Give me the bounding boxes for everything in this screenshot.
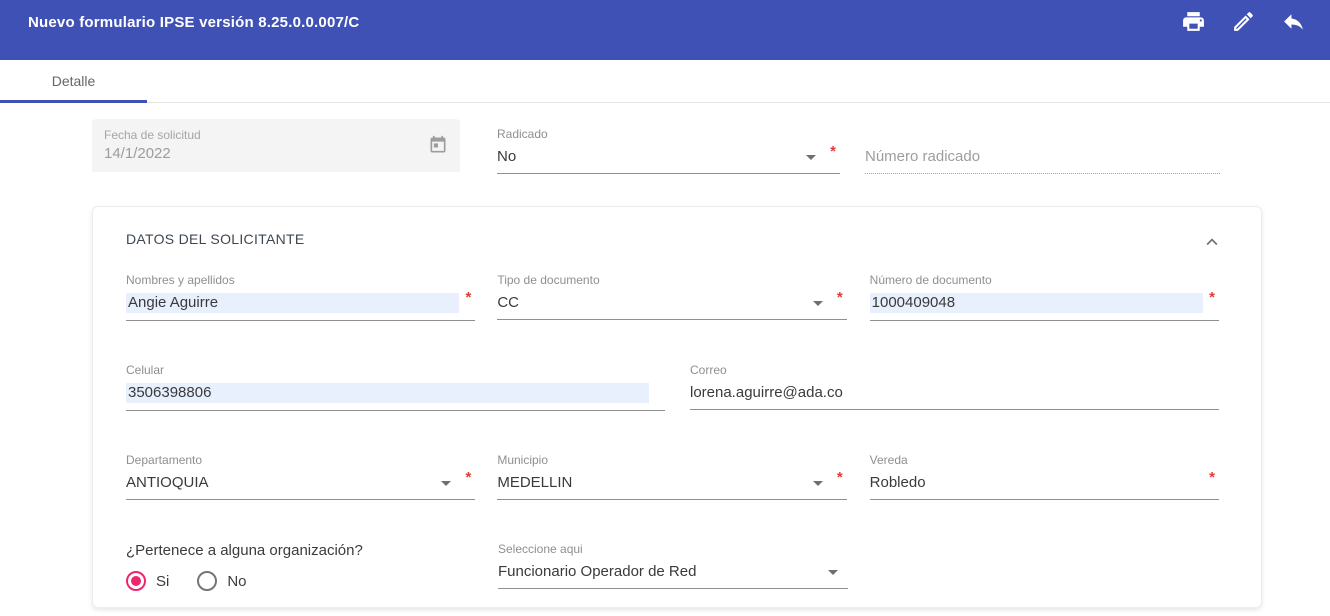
- app-header: Nuevo formulario IPSE versión 8.25.0.0.0…: [0, 0, 1330, 60]
- print-icon: [1181, 9, 1206, 39]
- tab-active-indicator: [0, 100, 147, 103]
- organizacion-question-group: ¿Pertenece a alguna organización? Si No: [126, 542, 476, 591]
- collapse-panel-button[interactable]: [1201, 231, 1223, 258]
- nombres-value: Angie Aguirre: [126, 293, 459, 313]
- fecha-solicitud-field: Fecha de solicitud 14/1/2022: [92, 119, 460, 172]
- numero-documento-value: 1000409048: [870, 293, 1203, 313]
- row-ubicacion: Departamento ANTIOQUIA * Municipio MEDEL…: [126, 453, 1219, 500]
- radicado-select[interactable]: Radicado No *: [497, 127, 840, 174]
- tipo-documento-select[interactable]: Tipo de documento CC *: [497, 273, 846, 321]
- radio-si-label: Si: [156, 573, 169, 590]
- correo-value: lorena.aguirre@ada.co: [690, 383, 1219, 402]
- municipio-value: MEDELLIN: [497, 473, 846, 492]
- back-icon: [1281, 9, 1306, 39]
- vereda-input[interactable]: Vereda Robledo *: [870, 453, 1219, 500]
- datos-solicitante-card: DATOS DEL SOLICITANTE Nombres y apellido…: [92, 206, 1262, 608]
- edit-icon: [1231, 9, 1256, 39]
- back-button[interactable]: [1280, 11, 1306, 37]
- fecha-solicitud-label: Fecha de solicitud: [104, 128, 448, 142]
- seleccione-value: Funcionario Operador de Red: [498, 562, 848, 581]
- required-asterisk: *: [1209, 289, 1215, 306]
- numero-radicado-input[interactable]: Número radicado: [865, 127, 1220, 174]
- required-asterisk: *: [830, 143, 836, 160]
- radio-no-label: No: [227, 573, 246, 590]
- edit-button[interactable]: [1230, 11, 1256, 37]
- celular-value: 3506398806: [126, 383, 649, 403]
- chevron-down-icon: [441, 481, 451, 486]
- tab-bar: Detalle: [0, 60, 1330, 103]
- municipio-label: Municipio: [497, 453, 846, 467]
- radio-no[interactable]: No: [197, 571, 246, 591]
- municipio-select[interactable]: Municipio MEDELLIN *: [497, 453, 846, 500]
- departamento-value: ANTIOQUIA: [126, 473, 475, 492]
- organizacion-radio-group: Si No: [126, 571, 476, 591]
- required-asterisk: *: [837, 289, 843, 306]
- chevron-down-icon: [806, 155, 816, 160]
- section-title: DATOS DEL SOLICITANTE: [126, 231, 1219, 247]
- numero-radicado-placeholder: Número radicado: [865, 147, 1220, 166]
- tab-detalle[interactable]: Detalle: [0, 60, 147, 102]
- tipo-documento-label: Tipo de documento: [497, 273, 846, 287]
- correo-label: Correo: [690, 363, 1219, 377]
- vereda-label: Vereda: [870, 453, 1219, 467]
- radio-selected-icon: [126, 571, 146, 591]
- row-contacto: Celular 3506398806 Correo lorena.aguirre…: [126, 363, 1219, 411]
- chevron-up-icon: [1201, 240, 1223, 257]
- radio-si[interactable]: Si: [126, 571, 169, 591]
- radicado-label: Radicado: [497, 127, 840, 141]
- header-actions: [1180, 11, 1306, 37]
- required-asterisk: *: [837, 469, 843, 486]
- print-button[interactable]: [1180, 11, 1206, 37]
- nombres-label: Nombres y apellidos: [126, 273, 475, 287]
- chevron-down-icon: [828, 570, 838, 575]
- required-asterisk: *: [465, 289, 471, 306]
- page-title: Nuevo formulario IPSE versión 8.25.0.0.0…: [28, 11, 359, 31]
- fecha-solicitud-value: 14/1/2022: [104, 145, 448, 162]
- correo-input[interactable]: Correo lorena.aguirre@ada.co: [690, 363, 1219, 411]
- required-asterisk: *: [1209, 469, 1215, 486]
- vereda-value: Robledo: [870, 473, 1219, 492]
- celular-input[interactable]: Celular 3506398806: [126, 363, 665, 411]
- chevron-down-icon: [813, 301, 823, 306]
- required-asterisk: *: [465, 469, 471, 486]
- chevron-down-icon: [813, 481, 823, 486]
- nombres-input[interactable]: Nombres y apellidos Angie Aguirre *: [126, 273, 475, 321]
- radicado-value: No: [497, 147, 840, 166]
- row-organizacion: ¿Pertenece a alguna organización? Si No …: [126, 542, 1219, 591]
- tipo-documento-value: CC: [497, 293, 846, 312]
- seleccione-label: Seleccione aqui: [498, 542, 848, 556]
- top-fields-row: Fecha de solicitud 14/1/2022 Radicado No…: [92, 119, 1262, 174]
- numero-documento-label: Número de documento: [870, 273, 1219, 287]
- celular-label: Celular: [126, 363, 665, 377]
- radio-unselected-icon: [197, 571, 217, 591]
- row-identificacion: Nombres y apellidos Angie Aguirre * Tipo…: [126, 273, 1219, 321]
- numero-documento-input[interactable]: Número de documento 1000409048 *: [870, 273, 1219, 321]
- organizacion-question: ¿Pertenece a alguna organización?: [126, 542, 476, 560]
- departamento-select[interactable]: Departamento ANTIOQUIA *: [126, 453, 475, 500]
- departamento-label: Departamento: [126, 453, 475, 467]
- seleccione-select[interactable]: Seleccione aqui Funcionario Operador de …: [498, 542, 848, 591]
- calendar-icon[interactable]: [428, 135, 448, 160]
